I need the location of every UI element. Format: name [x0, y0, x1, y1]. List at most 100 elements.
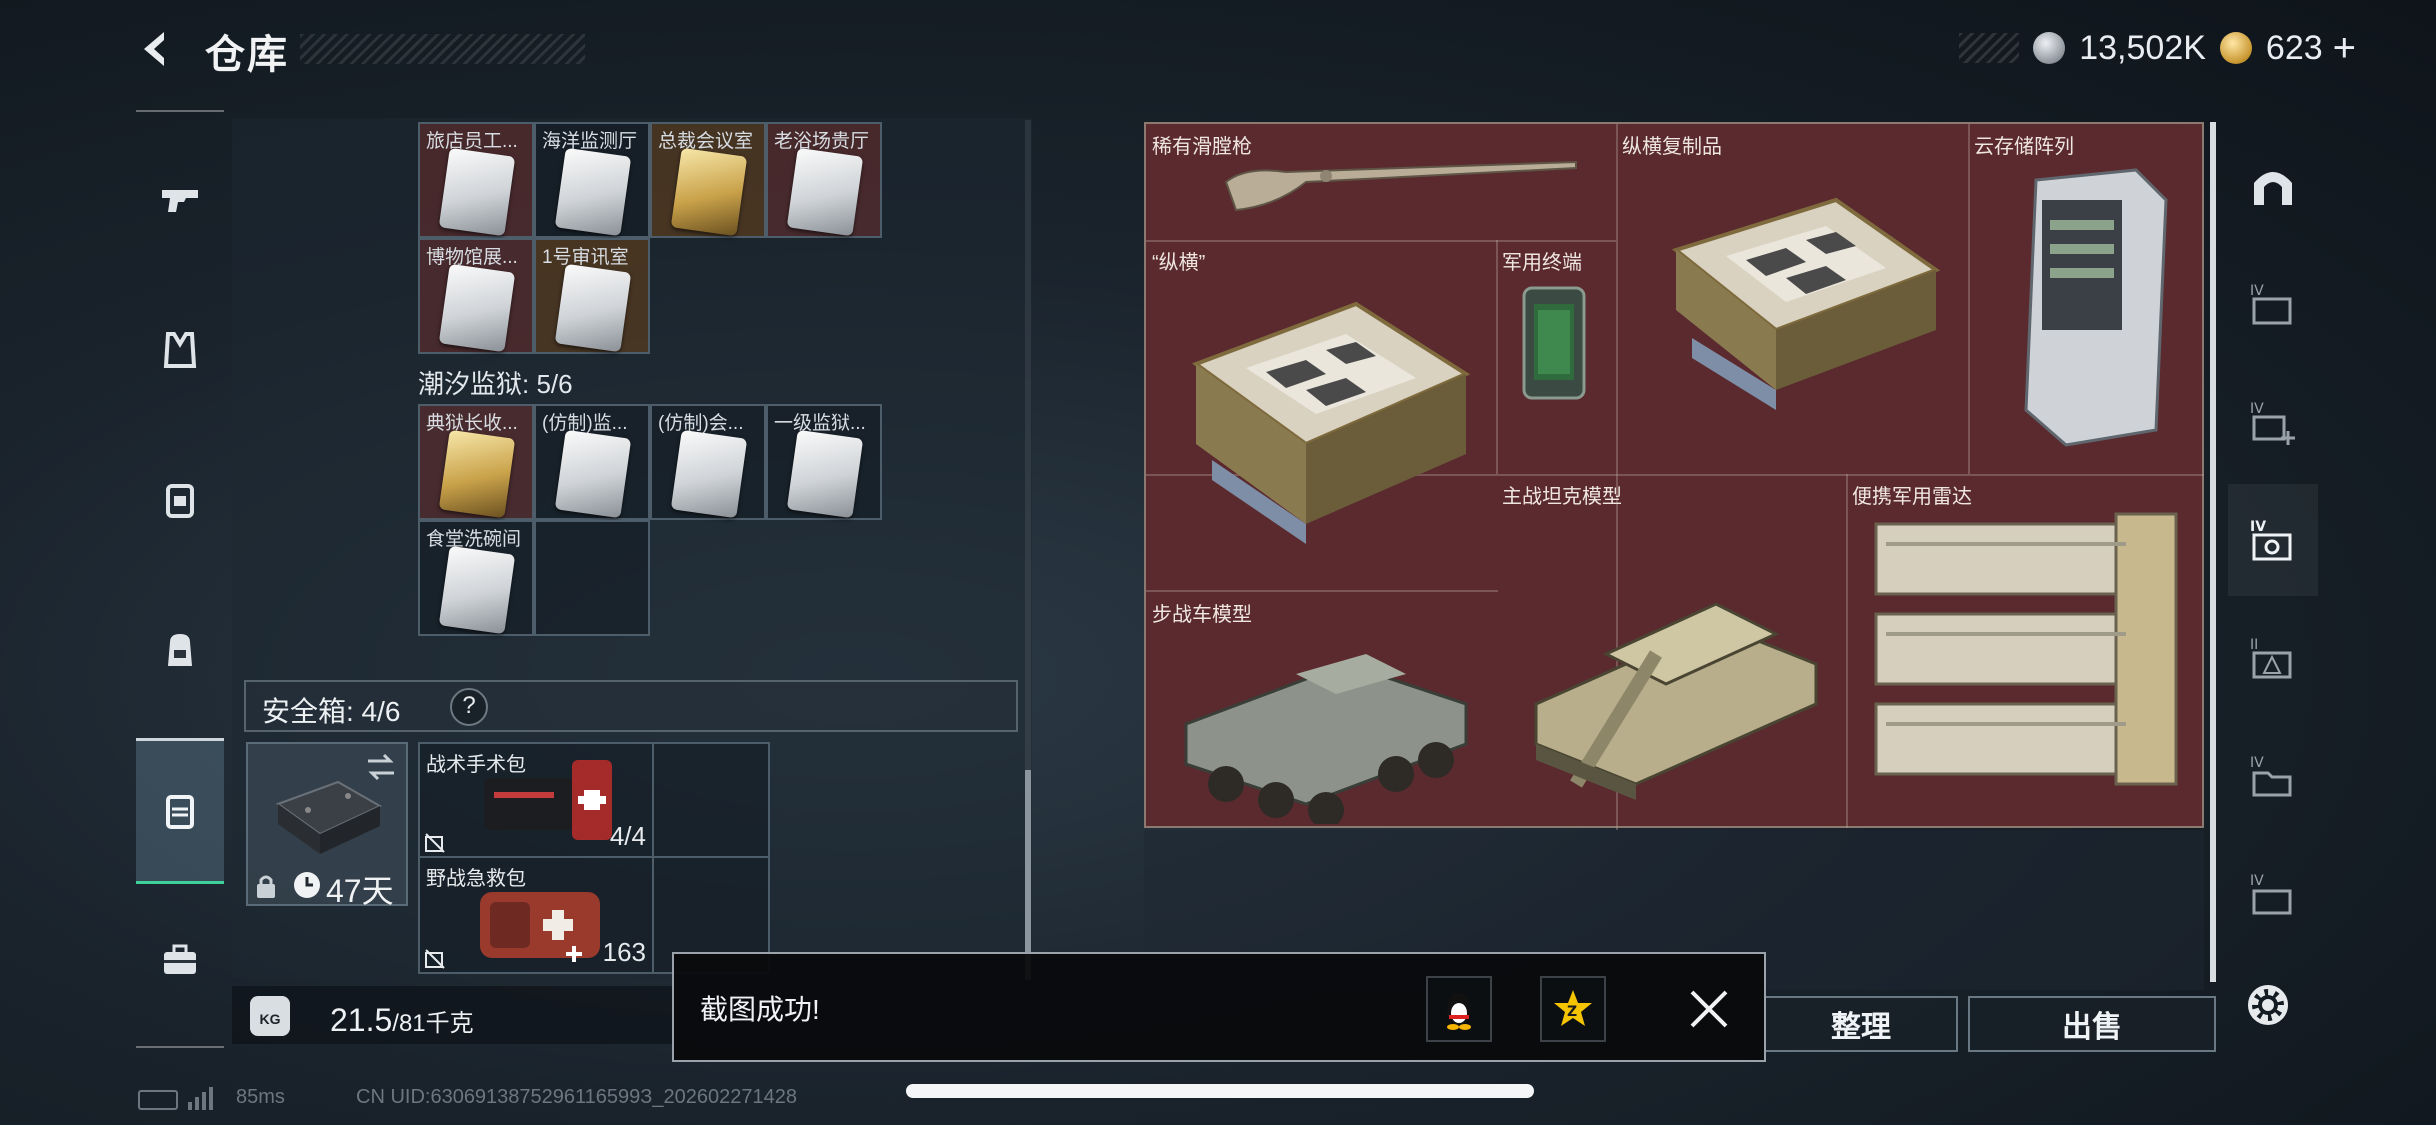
- svg-text:IV: IV: [2250, 283, 2264, 299]
- currency-bar: 13,502K 623 +: [1959, 26, 2356, 70]
- svg-text:IV: IV: [2250, 755, 2264, 771]
- silver-currency-value: 13,502K: [2079, 28, 2206, 67]
- keycard-image: [438, 263, 516, 353]
- inventory-slot[interactable]: 博物馆展...: [418, 238, 534, 354]
- chess-replica-image[interactable]: [1636, 160, 1956, 460]
- vest-icon: [163, 332, 197, 368]
- nav-divider: [136, 110, 224, 112]
- qzone-star-icon: Z: [1554, 990, 1592, 1026]
- chess-board-image[interactable]: [1166, 264, 1486, 564]
- weight-icon: KG: [250, 996, 290, 1036]
- back-arrow-icon[interactable]: [132, 24, 182, 74]
- stash-page-icon: IV: [2250, 283, 2292, 325]
- qq-penguin-icon: [1447, 993, 1471, 1030]
- title-decoration: [300, 34, 585, 64]
- keycard-image: [786, 429, 864, 519]
- uid-readout: CN UID:6306913875296116599З_20260227142​…: [356, 1086, 797, 1108]
- item-label: 旅店员工...: [426, 131, 518, 152]
- svg-text:Z: Z: [1567, 1004, 1577, 1020]
- close-icon[interactable]: [1686, 986, 1732, 1032]
- nav-safe-box[interactable]: [136, 738, 224, 884]
- inventory-slot[interactable]: (仿制)监...: [534, 404, 650, 520]
- gold-coin-icon: [2219, 32, 2252, 64]
- stash-warning-icon: II: [2250, 637, 2292, 679]
- stash-item-label: 纵横复制品: [1622, 136, 1722, 158]
- clock-icon: [294, 872, 320, 898]
- cloud-storage-image[interactable]: [2006, 160, 2186, 460]
- tank-model-image[interactable]: [1516, 504, 1836, 804]
- inventory-slot[interactable]: 一级监狱...: [766, 404, 882, 520]
- briefcase-icon: [164, 944, 196, 974]
- item-label: 一级监狱...: [774, 413, 866, 434]
- surgical-kit-image: [484, 760, 612, 840]
- musket-image[interactable]: [1216, 136, 1596, 216]
- stash-tab-5[interactable]: IV: [2228, 720, 2318, 832]
- ifv-model-image[interactable]: [1166, 614, 1496, 824]
- stash-tab-active[interactable]: IV: [2228, 484, 2318, 596]
- nav-rig[interactable]: [136, 430, 224, 570]
- inventory-slot[interactable]: 食堂洗碗间: [418, 520, 534, 636]
- prison-section-title: 潮汐监狱: 5/6: [418, 369, 573, 399]
- stash-scrollbar[interactable]: [2210, 122, 2216, 982]
- safe-case-slot[interactable]: 47天: [246, 742, 408, 909]
- stash-page-nav: IV IV IV II IV IV: [2228, 122, 2318, 982]
- portable-radar-image[interactable]: [1856, 504, 2196, 804]
- stash-item-label: 云存储阵列: [1974, 136, 2074, 158]
- stash-tab-4[interactable]: II: [2228, 602, 2318, 714]
- nav-divider: [136, 1046, 224, 1048]
- currency-decoration: [1959, 33, 2020, 63]
- military-terminal-image[interactable]: [1516, 284, 1596, 404]
- inventory-scrollbar[interactable]: [1025, 770, 1031, 980]
- item-label: 博物馆展...: [426, 247, 518, 268]
- keycard-image: [438, 147, 516, 237]
- stash-tab-6[interactable]: IV: [2228, 838, 2318, 950]
- weight-current: 21.5: [330, 1002, 393, 1038]
- stash-tab-2[interactable]: IV: [2228, 366, 2318, 478]
- bound-item-icon: [425, 833, 445, 853]
- keycard-image: [554, 147, 632, 237]
- inventory-slot[interactable]: 旅店员工...: [418, 122, 534, 238]
- plus-icon: [566, 946, 582, 962]
- item-label: 海洋监测厅: [542, 131, 638, 152]
- sort-button[interactable]: 整理: [1764, 996, 1958, 1052]
- safe-empty-slot[interactable]: [652, 742, 770, 858]
- left-nav: [136, 110, 224, 1050]
- inventory-slot[interactable]: 典狱长收...: [418, 404, 534, 520]
- stash-tab-main[interactable]: [2228, 130, 2318, 242]
- item-label: 1号审讯室: [542, 247, 629, 268]
- sell-button[interactable]: 出售: [1968, 996, 2216, 1052]
- inventory-slot[interactable]: 老浴场贵厅: [766, 122, 882, 238]
- inventory-slot[interactable]: 总裁会议室: [650, 122, 766, 238]
- stash-divider: [1146, 240, 1616, 242]
- keycard-image: [554, 429, 632, 519]
- first-aid-kit-image: [480, 892, 600, 958]
- share-qzone-button[interactable]: Z: [1540, 976, 1606, 1042]
- nav-briefcase[interactable]: [136, 890, 224, 1030]
- item-quantity: 4/4: [609, 821, 646, 851]
- nav-backpack[interactable]: [136, 580, 224, 720]
- lock-icon: [257, 875, 275, 898]
- add-currency-button[interactable]: +: [2333, 26, 2356, 71]
- inventory-slot[interactable]: 海洋监测厅: [534, 122, 650, 238]
- inventory-empty-slot[interactable]: [534, 520, 650, 636]
- nav-armor[interactable]: [136, 280, 224, 420]
- home-indicator[interactable]: [906, 1084, 1534, 1098]
- battery-icon: [138, 1090, 178, 1110]
- svg-text:IV: IV: [2250, 519, 2266, 535]
- signal-icon: [188, 1087, 213, 1110]
- help-button[interactable]: ?: [450, 688, 488, 726]
- share-qq-button[interactable]: [1426, 976, 1492, 1042]
- med-slot-firstaid[interactable]: 野战急救包 163: [418, 856, 654, 974]
- ping-readout: 85ms: [236, 1086, 285, 1108]
- settings-gear-icon[interactable]: [2238, 975, 2298, 1035]
- keycard-image: [438, 545, 516, 635]
- nav-weapons[interactable]: [136, 130, 224, 270]
- med-slot-surgical[interactable]: 战术手术包 4/4: [418, 742, 654, 858]
- item-label: (仿制)监...: [542, 413, 628, 434]
- stash-divider: [1146, 590, 1498, 592]
- swap-icon[interactable]: [364, 752, 398, 782]
- inventory-slot[interactable]: 1号审讯室: [534, 238, 650, 354]
- pistol-icon: [162, 190, 198, 212]
- stash-tab-1[interactable]: IV: [2228, 248, 2318, 360]
- inventory-slot[interactable]: (仿制)会...: [650, 404, 766, 520]
